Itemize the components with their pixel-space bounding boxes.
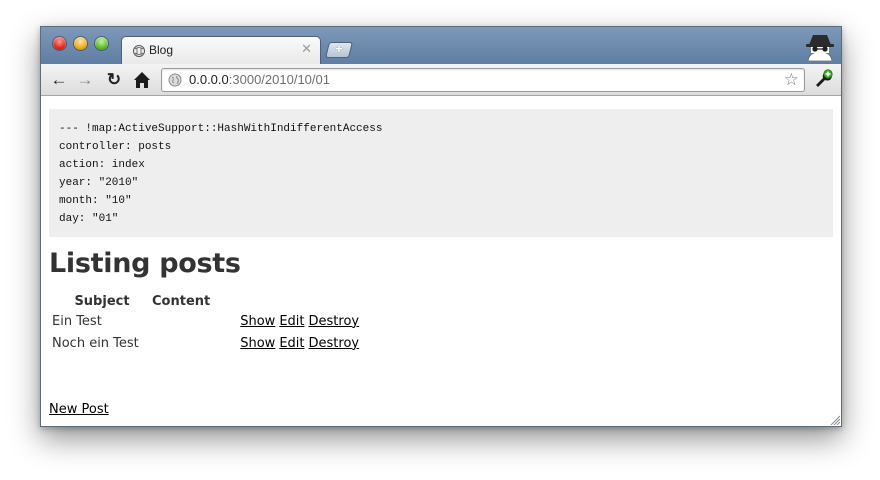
address-bar[interactable]: 0.0.0.0:3000/2010/10/01 ☆ xyxy=(161,68,805,92)
spacer-cell xyxy=(210,332,240,354)
plus-icon: + xyxy=(335,41,344,56)
bookmark-star-icon[interactable]: ☆ xyxy=(784,70,799,90)
tab-title: Blog xyxy=(149,43,174,57)
minimize-window-button[interactable] xyxy=(74,37,87,50)
spacer-cell xyxy=(210,310,240,332)
column-header-content: Content xyxy=(152,293,211,309)
new-tab-button[interactable]: + xyxy=(325,41,353,58)
table-row: Ein Test Show Edit Destroy xyxy=(49,310,363,332)
url-host: 0.0.0.0 xyxy=(189,72,229,87)
params-line: action: index xyxy=(59,159,145,171)
wrench-icon[interactable] xyxy=(813,69,833,89)
browser-toolbar: ← → ↻ 0.0.0.0:3000/2010/10/01 ☆ xyxy=(41,64,841,96)
url-path: :3000/2010/10/01 xyxy=(228,72,330,87)
browser-window: Blog ✕ + ← → ↻ 0.0.0.0:3000/2010/10/01 ☆… xyxy=(40,26,842,427)
tab-blog[interactable]: Blog ✕ xyxy=(121,36,321,64)
post-subject: Ein Test xyxy=(52,313,102,329)
table-row: Noch ein Test Show Edit Destroy xyxy=(49,332,363,354)
post-content xyxy=(152,332,210,354)
close-window-button[interactable] xyxy=(53,37,66,50)
params-line: day: "01" xyxy=(59,213,119,225)
column-header-actions xyxy=(240,292,363,310)
tab-strip: Blog ✕ + xyxy=(41,27,841,64)
edit-link[interactable]: Edit xyxy=(279,314,304,329)
column-header-subject: Subject xyxy=(74,293,130,309)
posts-table: Subject Content Ein Test Show Edit Destroy xyxy=(49,292,363,354)
home-icon[interactable] xyxy=(132,70,152,90)
new-post-link[interactable]: New Post xyxy=(49,402,109,417)
table-header-row: Subject Content xyxy=(49,292,363,310)
destroy-link[interactable]: Destroy xyxy=(309,336,360,351)
globe-icon xyxy=(168,73,182,87)
zoom-window-button[interactable] xyxy=(95,37,108,50)
post-content xyxy=(152,310,210,332)
params-line: month: "10" xyxy=(59,195,132,207)
edit-link[interactable]: Edit xyxy=(279,336,304,351)
close-tab-icon[interactable]: ✕ xyxy=(301,41,312,57)
params-debug-block: --- !map:ActiveSupport::HashWithIndiffer… xyxy=(49,109,833,237)
post-actions: Show Edit Destroy xyxy=(240,310,363,332)
destroy-link[interactable]: Destroy xyxy=(309,314,360,329)
page-title: Listing posts xyxy=(49,248,241,279)
reload-icon[interactable]: ↻ xyxy=(104,70,124,90)
url-text: 0.0.0.0:3000/2010/10/01 xyxy=(189,72,330,87)
post-subject: Noch ein Test xyxy=(52,335,139,351)
page-content: --- !map:ActiveSupport::HashWithIndiffer… xyxy=(41,96,841,426)
page-favicon-icon xyxy=(133,45,145,57)
back-arrow-icon[interactable]: ← xyxy=(49,70,69,90)
resize-grip-icon[interactable] xyxy=(830,415,840,425)
forward-arrow-icon[interactable]: → xyxy=(75,70,95,90)
column-header-spacer xyxy=(210,292,240,310)
show-link[interactable]: Show xyxy=(240,336,275,351)
params-line: --- !map:ActiveSupport::HashWithIndiffer… xyxy=(59,123,383,135)
incognito-icon xyxy=(806,35,834,61)
params-line: controller: posts xyxy=(59,141,172,153)
desktop: Blog ✕ + ← → ↻ 0.0.0.0:3000/2010/10/01 ☆… xyxy=(0,0,880,480)
show-link[interactable]: Show xyxy=(240,314,275,329)
post-actions: Show Edit Destroy xyxy=(240,332,363,354)
params-line: year: "2010" xyxy=(59,177,139,189)
